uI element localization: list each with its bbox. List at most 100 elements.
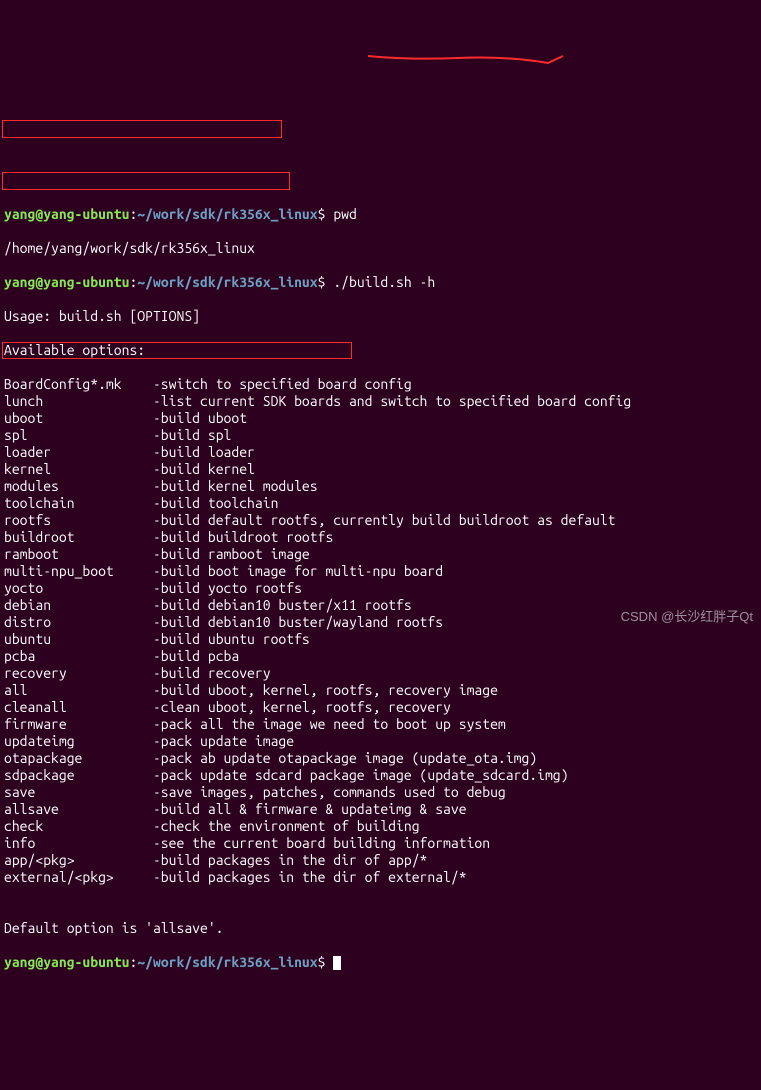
option-desc: -build debian10 buster/wayland rootfs xyxy=(153,614,443,630)
option-desc: -build ramboot image xyxy=(153,546,310,562)
option-name: loader xyxy=(4,444,153,460)
option-desc: -build boot image for multi-npu board xyxy=(153,563,443,579)
option-name: ramboot xyxy=(4,546,153,562)
default-option-line: Default option is 'allsave'. xyxy=(4,920,757,937)
option-desc: -switch to specified board config xyxy=(153,376,412,392)
option-desc: -build loader xyxy=(153,444,255,460)
option-name: pcba xyxy=(4,648,153,664)
option-desc: -build yocto rootfs xyxy=(153,580,302,596)
option-name: uboot xyxy=(4,410,153,426)
option-name: sdpackage xyxy=(4,767,153,783)
option-row: modules -build kernel modules xyxy=(4,478,757,495)
option-name: BoardConfig*.mk xyxy=(4,376,153,392)
command-pwd: pwd xyxy=(333,206,357,222)
option-row: external/<pkg> -build packages in the di… xyxy=(4,869,757,886)
option-row: buildroot -build buildroot rootfs xyxy=(4,529,757,546)
options-list: BoardConfig*.mk -switch to specified boa… xyxy=(4,376,757,886)
option-row: lunch -list current SDK boards and switc… xyxy=(4,393,757,410)
option-name: modules xyxy=(4,478,153,494)
option-row: save -save images, patches, commands use… xyxy=(4,784,757,801)
option-row: yocto -build yocto rootfs xyxy=(4,580,757,597)
option-name: buildroot xyxy=(4,529,153,545)
highlight-uboot xyxy=(2,120,282,138)
option-row: multi-npu_boot -build boot image for mul… xyxy=(4,563,757,580)
prompt-user: yang@yang-ubuntu xyxy=(4,954,129,970)
option-name: check xyxy=(4,818,153,834)
option-desc: -build kernel xyxy=(153,461,255,477)
prompt-user: yang@yang-ubuntu xyxy=(4,274,129,290)
option-row: uboot -build uboot xyxy=(4,410,757,427)
option-name: allsave xyxy=(4,801,153,817)
usage-line: Usage: build.sh [OPTIONS] xyxy=(4,308,757,325)
watermark: CSDN @长沙红胖子Qt xyxy=(621,608,753,625)
option-desc: -build uboot xyxy=(153,410,247,426)
command-build-help: ./build.sh -h xyxy=(333,274,435,290)
option-desc: -save images, patches, commands used to … xyxy=(153,784,506,800)
option-row: toolchain -build toolchain xyxy=(4,495,757,512)
option-desc: -build spl xyxy=(153,427,231,443)
option-desc: -build ubuntu rootfs xyxy=(153,631,310,647)
option-row: sdpackage -pack update sdcard package im… xyxy=(4,767,757,784)
underline-mark xyxy=(368,48,568,68)
option-name: otapackage xyxy=(4,750,153,766)
cursor xyxy=(333,956,341,970)
option-name: yocto xyxy=(4,580,153,596)
option-desc: -build toolchain xyxy=(153,495,278,511)
prompt-path: ~/work/sdk/rk356x_linux xyxy=(137,274,317,290)
option-desc: -build pcba xyxy=(153,648,239,664)
option-desc: -clean uboot, kernel, rootfs, recovery xyxy=(153,699,451,715)
option-name: multi-npu_boot xyxy=(4,563,153,579)
option-name: external/<pkg> xyxy=(4,869,153,885)
option-desc: -build packages in the dir of app/* xyxy=(153,852,427,868)
option-desc: -build debian10 buster/x11 rootfs xyxy=(153,597,412,613)
option-name: cleanall xyxy=(4,699,153,715)
option-row: all -build uboot, kernel, rootfs, recove… xyxy=(4,682,757,699)
option-row: app/<pkg> -build packages in the dir of … xyxy=(4,852,757,869)
option-row: recovery -build recovery xyxy=(4,665,757,682)
option-name: firmware xyxy=(4,716,153,732)
option-name: ubuntu xyxy=(4,631,153,647)
option-name: rootfs xyxy=(4,512,153,528)
option-name: spl xyxy=(4,427,153,443)
prompt-line-1: yang@yang-ubuntu:~/work/sdk/rk356x_linux… xyxy=(4,206,757,223)
option-desc: -check the environment of building xyxy=(153,818,420,834)
option-name: all xyxy=(4,682,153,698)
option-name: kernel xyxy=(4,461,153,477)
option-row: ubuntu -build ubuntu rootfs xyxy=(4,631,757,648)
option-name: app/<pkg> xyxy=(4,852,153,868)
option-desc: -build all & firmware & updateimg & save xyxy=(153,801,467,817)
option-row: spl -build spl xyxy=(4,427,757,444)
option-row: loader -build loader xyxy=(4,444,757,461)
prompt-path: ~/work/sdk/rk356x_linux xyxy=(137,206,317,222)
option-name: distro xyxy=(4,614,153,630)
prompt-user: yang@yang-ubuntu xyxy=(4,206,129,222)
prompt-line-2: yang@yang-ubuntu:~/work/sdk/rk356x_linux… xyxy=(4,274,757,291)
option-name: debian xyxy=(4,597,153,613)
option-desc: -pack update image xyxy=(153,733,294,749)
option-desc: -pack update sdcard package image (updat… xyxy=(153,767,569,783)
prompt-line-3[interactable]: yang@yang-ubuntu:~/work/sdk/rk356x_linux… xyxy=(4,954,757,971)
option-name: updateimg xyxy=(4,733,153,749)
option-name: save xyxy=(4,784,153,800)
option-row: ramboot -build ramboot image xyxy=(4,546,757,563)
option-desc: -build buildroot rootfs xyxy=(153,529,333,545)
available-options-header: Available options: xyxy=(4,342,757,359)
option-name: toolchain xyxy=(4,495,153,511)
option-row: pcba -build pcba xyxy=(4,648,757,665)
option-row: updateimg -pack update image xyxy=(4,733,757,750)
option-desc: -pack ab update otapackage image (update… xyxy=(153,750,537,766)
option-desc: -build recovery xyxy=(153,665,271,681)
option-name: recovery xyxy=(4,665,153,681)
option-row: firmware -pack all the image we need to … xyxy=(4,716,757,733)
option-row: BoardConfig*.mk -switch to specified boa… xyxy=(4,376,757,393)
option-row: info -see the current board building inf… xyxy=(4,835,757,852)
option-row: allsave -build all & firmware & updateim… xyxy=(4,801,757,818)
prompt-path: ~/work/sdk/rk356x_linux xyxy=(137,954,317,970)
option-row: rootfs -build default rootfs, currently … xyxy=(4,512,757,529)
option-desc: -build packages in the dir of external/* xyxy=(153,869,467,885)
option-desc: -list current SDK boards and switch to s… xyxy=(153,393,631,409)
option-row: otapackage -pack ab update otapackage im… xyxy=(4,750,757,767)
option-desc: -see the current board building informat… xyxy=(153,835,490,851)
option-row: kernel -build kernel xyxy=(4,461,757,478)
highlight-kernel xyxy=(2,172,290,190)
